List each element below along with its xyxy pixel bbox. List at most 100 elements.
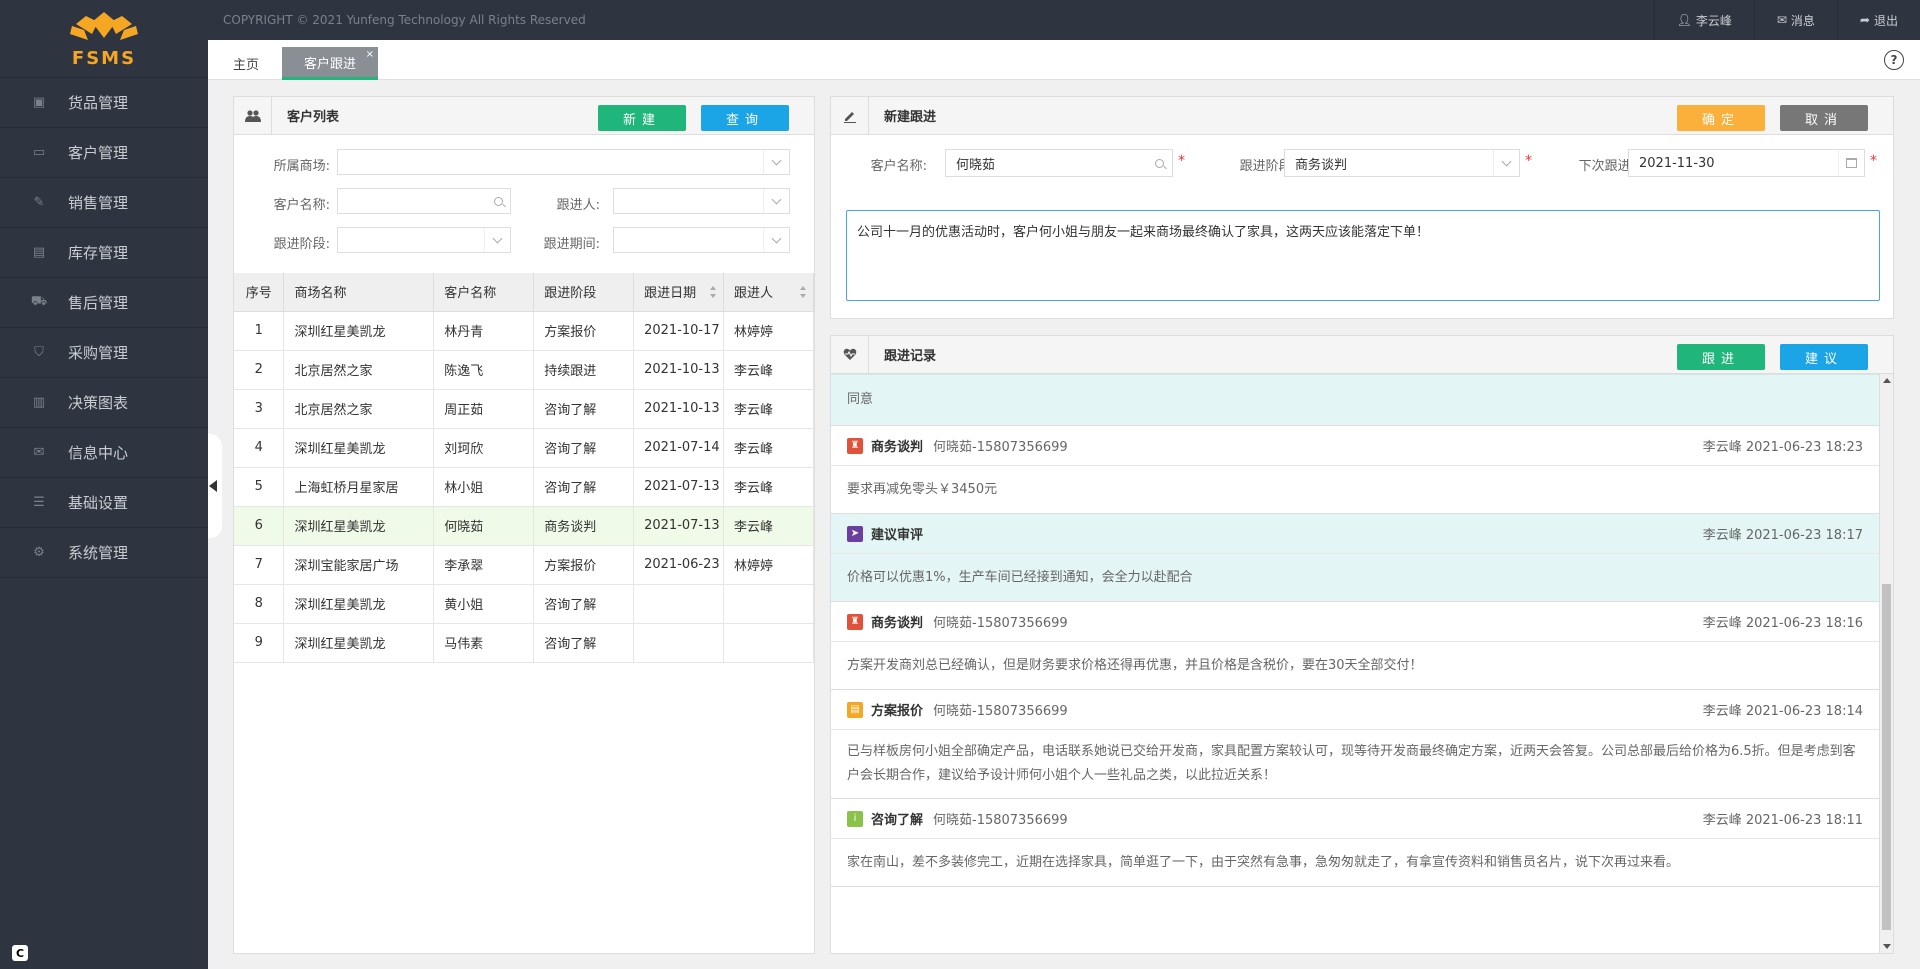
next-followup-date[interactable]: 2021-11-30 [1628, 149, 1865, 177]
followup-content-textarea[interactable]: 公司十一月的优惠活动时，客户何小姐与朋友一起来商场最终确认了家具，这两天应该能落… [846, 210, 1880, 301]
table-cell: 林小姐 [433, 467, 535, 507]
table-row[interactable]: 3 北京居然之家 周正茹 咨询了解 2021-10-13 李云峰 [234, 389, 814, 429]
customer-list-panel: 客户列表 新建 查询 所属商场: 客户名称: 跟进人: 跟进阶段: 跟进期间: … [233, 96, 815, 954]
table-cell: 林婷婷 [723, 311, 814, 351]
customer-name-input[interactable] [337, 188, 511, 214]
tab-customer-followup[interactable]: 客户跟进 × [282, 47, 378, 80]
user-button[interactable]: 👤︎ 李云峰 [1653, 0, 1754, 40]
table-row[interactable]: 6 深圳红星美凯龙 何晓茹 商务谈判 2021-07-13 李云峰 [234, 506, 814, 546]
sidebar-item-3[interactable]: ▤ 库存管理 [0, 228, 208, 278]
record-body-text: 同意 [847, 392, 874, 407]
sidebar-item-4[interactable]: ⛟ 售后管理 [0, 278, 208, 328]
table-cell: 咨询了解 [533, 428, 635, 468]
id-card-icon: ▭ [32, 145, 46, 160]
copyright-text: COPYRIGHT © 2021 Yunfeng Technology All … [223, 13, 586, 27]
sidebar-item-1[interactable]: ▭ 客户管理 [0, 128, 208, 178]
period-label: 跟进期间: [543, 237, 600, 252]
col-follower[interactable]: 跟进人 [723, 273, 814, 312]
sort-icon[interactable] [710, 286, 717, 298]
app-logo[interactable]: FSMS [0, 0, 208, 78]
scroll-down-arrow[interactable] [1883, 944, 1891, 949]
table-cell: 2021-10-17 [633, 311, 725, 351]
sidebar-menu: ▣ 货品管理 ▭ 客户管理 ✎ 销售管理 ▤ 库存管理 ⛟ 售后管理 ⛉ 采购管理 ▥ 决策图表 ✉ 信息中心… [0, 78, 208, 578]
top-bar: COPYRIGHT © 2021 Yunfeng Technology All … [208, 0, 1920, 40]
records-scrollbar[interactable] [1879, 374, 1893, 953]
customer-name-field[interactable]: 何晓茹 [945, 149, 1173, 177]
sidebar-item-8[interactable]: ☰ 基础设置 [0, 478, 208, 528]
confirm-button[interactable]: 确定 [1677, 105, 1765, 131]
col-customer[interactable]: 客户名称 [433, 273, 535, 312]
follower-label: 跟进人: [556, 198, 600, 213]
follow-button[interactable]: 跟进 [1677, 344, 1765, 370]
sort-icon[interactable] [800, 286, 807, 298]
record-time: 李云峰 2021-06-23 18:23 [1702, 440, 1863, 455]
sidebar-item-label: 库存管理 [68, 244, 129, 262]
col-stage[interactable]: 跟进阶段 [533, 273, 635, 312]
new-button[interactable]: 新建 [598, 105, 686, 131]
sidebar-item-7[interactable]: ✉ 信息中心 [0, 428, 208, 478]
search-icon[interactable] [1146, 150, 1172, 176]
record-body: 同意 [831, 374, 1879, 426]
record-stage-icon: i [847, 810, 863, 827]
stage-select[interactable]: 商务谈判 [1284, 149, 1520, 177]
new-followup-title: 新建跟进 [884, 110, 937, 125]
col-date[interactable]: 跟进日期 [633, 273, 725, 312]
scroll-thumb[interactable] [1882, 584, 1891, 930]
query-button[interactable]: 查询 [701, 105, 789, 131]
table-cell: 4 [234, 428, 285, 468]
share-icon: ➦ [1859, 13, 1870, 27]
table-row[interactable]: 4 深圳红星美凯龙 刘珂欣 咨询了解 2021-07-14 李云峰 [234, 428, 814, 468]
sidebar-item-label: 基础设置 [68, 494, 129, 512]
messages-button[interactable]: ✉ 消息 [1753, 0, 1837, 40]
table-row[interactable]: 2 北京居然之家 陈逸飞 持续跟进 2021-10-13 李云峰 [234, 350, 814, 390]
sidebar-item-0[interactable]: ▣ 货品管理 [0, 78, 208, 128]
period-select[interactable] [613, 227, 790, 253]
scroll-up-arrow[interactable] [1883, 378, 1891, 383]
table-row[interactable]: 9 深圳红星美凯龙 马伟素 咨询了解 [234, 623, 814, 663]
table-cell: 林婷婷 [723, 545, 814, 585]
customer-list-header: 客户列表 新建 查询 [234, 96, 814, 135]
col-mall[interactable]: 商场名称 [283, 273, 435, 312]
suggest-button[interactable]: 建议 [1780, 344, 1868, 370]
box-icon: ▣ [32, 95, 46, 110]
sidebar-item-9[interactable]: ⚙ 系统管理 [0, 528, 208, 578]
search-icon[interactable] [486, 189, 510, 213]
customer-name-label: 客户名称: [870, 159, 927, 174]
record-item: ♜ 商务谈判 何晓茹-15807356699 李云峰 2021-06-23 18:16… [831, 602, 1879, 690]
sliders-icon: ☰ [33, 495, 45, 510]
sidebar-item-2[interactable]: ✎ 销售管理 [0, 178, 208, 228]
record-item: ♜ 商务谈判 何晓茹-15807356699 李云峰 2021-06-23 18:23… [831, 426, 1879, 514]
envelope-icon: ✉ [33, 445, 45, 460]
table-cell: 何晓茹 [433, 506, 535, 546]
table-cell: 北京居然之家 [283, 389, 435, 429]
calendar-icon[interactable] [1838, 150, 1864, 176]
truck-icon: ⛟ [30, 294, 48, 309]
record-customer: 何晓茹-15807356699 [933, 616, 1068, 631]
records-items: ♜ 商务谈判 何晓茹-15807356699 李云峰 2021-06-23 18:23… [831, 426, 1879, 887]
sidebar-item-label: 采购管理 [68, 344, 129, 362]
follower-select[interactable] [613, 188, 790, 214]
sidebar-item-5[interactable]: ⛉ 采购管理 [0, 328, 208, 378]
record-header: i 咨询了解 何晓茹-15807356699 李云峰 2021-06-23 18:11 [831, 799, 1879, 839]
sidebar-collapse-handle[interactable] [208, 434, 222, 538]
record-body-text: 要求再减免零头￥3450元 [847, 481, 998, 497]
help-icon[interactable]: ? [1884, 50, 1904, 70]
table-row[interactable]: 5 上海虹桥月星家居 林小姐 咨询了解 2021-07-13 李云峰 [234, 467, 814, 507]
table-cell [633, 584, 725, 624]
sidebar-item-6[interactable]: ▥ 决策图表 [0, 378, 208, 428]
tab-home[interactable]: 主页 [220, 47, 272, 80]
stage-select[interactable] [337, 227, 511, 253]
table-cell: 李云峰 [723, 506, 814, 546]
logout-button[interactable]: ➦ 退出 [1836, 0, 1920, 40]
user-icon: 👤︎ [1676, 13, 1692, 27]
chevron-down-icon [763, 189, 789, 213]
table-row[interactable]: 7 深圳宝能家居广场 李承翠 方案报价 2021-06-23 林婷婷 [234, 545, 814, 585]
c-badge[interactable]: C [12, 945, 28, 961]
cancel-button[interactable]: 取消 [1780, 105, 1868, 131]
record-stage: 商务谈判 [871, 440, 924, 455]
close-icon[interactable]: × [366, 49, 374, 60]
mall-select[interactable] [337, 149, 790, 175]
table-row[interactable]: 1 深圳红星美凯龙 林丹青 方案报价 2021-10-17 林婷婷 [234, 311, 814, 351]
table-row[interactable]: 8 深圳红星美凯龙 黄小姐 咨询了解 [234, 584, 814, 624]
record-header: ♜ 商务谈判 何晓茹-15807356699 李云峰 2021-06-23 18:23 [831, 426, 1879, 466]
